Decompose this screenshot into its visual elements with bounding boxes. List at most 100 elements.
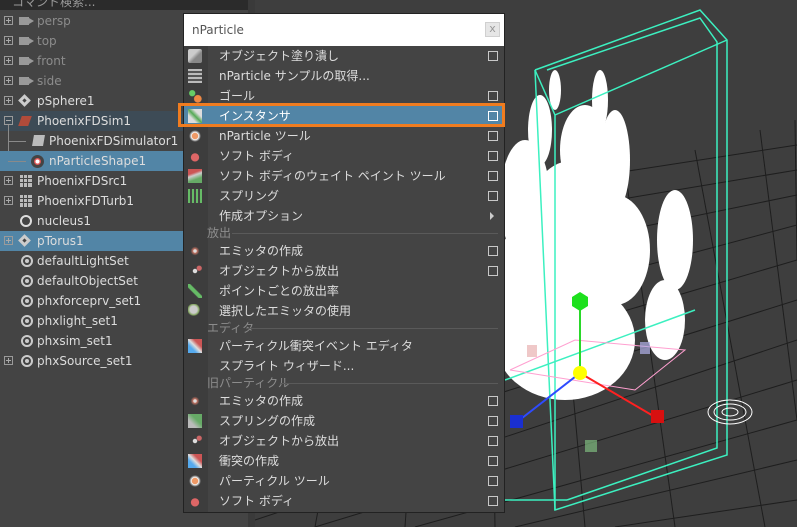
per-point-rate-icon: [188, 284, 202, 298]
outliner-item-label: nParticleShape1: [49, 154, 147, 168]
outliner-item-label: phxsim_set1: [37, 334, 113, 348]
menu-item-collision-event-editor[interactable]: パーティクル衝突イベント エディタ: [184, 336, 504, 356]
menu-item-label: オブジェクトから放出: [219, 264, 340, 278]
option-box[interactable]: [488, 496, 498, 506]
menu-item-per-point-emission-rates[interactable]: ポイントごとの放出率: [184, 281, 504, 301]
section-divider: [280, 383, 498, 384]
menu-item-fill-object[interactable]: オブジェクト塗り潰し: [184, 46, 504, 66]
outliner-item-label: defaultLightSet: [37, 254, 129, 268]
springs-icon: [188, 189, 202, 203]
option-box[interactable]: [488, 151, 498, 161]
menu-item-label: nParticle ツール: [219, 129, 311, 143]
particle-cloud: [493, 70, 693, 400]
option-box[interactable]: [488, 171, 498, 181]
menu-item-label: ポイントごとの放出率: [219, 284, 339, 298]
grid-icon: [20, 175, 32, 187]
legacy-springs-icon: [188, 414, 202, 428]
outliner-item-label: PhoenixFDTurb1: [37, 194, 135, 208]
menu-item-springs[interactable]: スプリング: [184, 186, 504, 206]
collapse-toggle[interactable]: [4, 116, 13, 125]
menu-item-nparticle-tool[interactable]: nParticle ツール: [184, 126, 504, 146]
option-box[interactable]: [488, 436, 498, 446]
menu-item-sprite-wizard[interactable]: スプライト ウィザード...: [184, 356, 504, 376]
menu-item-get-sample[interactable]: nParticle サンプルの取得...: [184, 66, 504, 86]
menu-item-create-options[interactable]: 作成オプション: [184, 206, 504, 226]
option-box[interactable]: [488, 191, 498, 201]
nparticle-menu: nParticle x オブジェクト塗り潰し nParticle サンプルの取得…: [183, 13, 505, 513]
option-box[interactable]: [488, 476, 498, 486]
camera-icon: [19, 37, 34, 45]
emit-from-object-icon: [188, 264, 202, 278]
sample-icon: [188, 69, 202, 83]
menu-item-legacy-soft-body[interactable]: ソフト ボディ: [184, 491, 504, 511]
menu-item-label: ソフト ボディのウェイト ペイント ツール: [219, 169, 446, 183]
menu-item-emit-from-object[interactable]: オブジェクトから放出: [184, 261, 504, 281]
set-icon: [21, 295, 33, 307]
outliner-item-label: defaultObjectSet: [37, 274, 139, 288]
outliner-item-ptorus1[interactable]: pTorus1: [0, 231, 183, 251]
expand-toggle[interactable]: [4, 76, 13, 85]
outliner-item-label: phxforceprv_set1: [37, 294, 142, 308]
menu-item-label: ソフト ボディ: [219, 149, 294, 163]
transform-icon: [18, 94, 32, 108]
menu-item-label: 作成オプション: [219, 209, 304, 223]
menu-item-legacy-create-emitter[interactable]: エミッタの作成: [184, 391, 504, 411]
menu-item-legacy-create-springs[interactable]: スプリングの作成: [184, 411, 504, 431]
expand-toggle[interactable]: [4, 176, 13, 185]
menu-item-use-selected-emitter[interactable]: 選択したエミッタの使用: [184, 301, 504, 321]
make-collide-icon: [188, 454, 202, 468]
camera-icon: [19, 17, 34, 25]
menu-title-bar[interactable]: nParticle x: [184, 14, 504, 46]
section-header-legacy-particles: 旧パーティクル: [184, 375, 504, 391]
outliner-item-label: PhoenixFDSrc1: [37, 174, 128, 188]
set-icon: [21, 255, 33, 267]
menu-item-create-emitter[interactable]: エミッタの作成: [184, 241, 504, 261]
menu-item-soft-body[interactable]: ソフト ボディ: [184, 146, 504, 166]
outliner-item-label: side: [37, 74, 62, 88]
outliner-item-nparticleshape1[interactable]: nParticleShape1: [0, 151, 183, 171]
torus-wireframe: [707, 399, 753, 425]
nparticle-tool-icon: [188, 129, 202, 143]
expand-toggle[interactable]: [4, 16, 13, 25]
tree-connector: [8, 161, 26, 162]
menu-item-label: パーティクル衝突イベント エディタ: [219, 339, 413, 353]
option-box[interactable]: [488, 396, 498, 406]
option-box[interactable]: [488, 266, 498, 276]
paint-weights-icon: [188, 169, 202, 183]
section-header-editors: エディタ: [184, 320, 504, 336]
menu-item-make-collide[interactable]: 衝突の作成: [184, 451, 504, 471]
menu-item-paint-soft-body-weights[interactable]: ソフト ボディのウェイト ペイント ツール: [184, 166, 504, 186]
highlight-outline: [178, 103, 505, 127]
legacy-emitter-icon: [188, 394, 202, 408]
option-box[interactable]: [488, 416, 498, 426]
option-box[interactable]: [488, 131, 498, 141]
outliner-search-field[interactable]: コマンド検索...: [0, 0, 255, 10]
option-box[interactable]: [488, 456, 498, 466]
option-box[interactable]: [488, 246, 498, 256]
phoenix-simulator-icon: [32, 135, 45, 146]
expand-toggle[interactable]: [4, 36, 13, 45]
expand-toggle[interactable]: [4, 356, 13, 365]
particle-tool-icon: [188, 474, 202, 488]
grid-icon: [20, 195, 32, 207]
expand-toggle[interactable]: [4, 96, 13, 105]
outliner-search-placeholder: コマンド検索...: [12, 0, 96, 9]
camera-icon: [19, 57, 34, 65]
nucleus-icon: [20, 215, 32, 227]
close-button[interactable]: x: [485, 22, 500, 37]
menu-item-legacy-emit-from-object[interactable]: オブジェクトから放出: [184, 431, 504, 451]
outliner-item-label: pSphere1: [37, 94, 95, 108]
expand-toggle[interactable]: [4, 56, 13, 65]
menu-item-label: スプリング: [219, 189, 280, 203]
outliner-item-label: front: [37, 54, 66, 68]
expand-toggle[interactable]: [4, 196, 13, 205]
menu-item-particle-tool[interactable]: パーティクル ツール: [184, 471, 504, 491]
outliner-item-label: persp: [37, 14, 71, 28]
option-box[interactable]: [488, 51, 498, 61]
menu-title: nParticle: [192, 23, 244, 37]
outliner-item-label: nucleus1: [37, 214, 92, 228]
option-box[interactable]: [488, 91, 498, 101]
fill-object-icon: [188, 49, 202, 63]
expand-toggle[interactable]: [4, 236, 13, 245]
menu-item-label: オブジェクトから放出: [219, 434, 340, 448]
